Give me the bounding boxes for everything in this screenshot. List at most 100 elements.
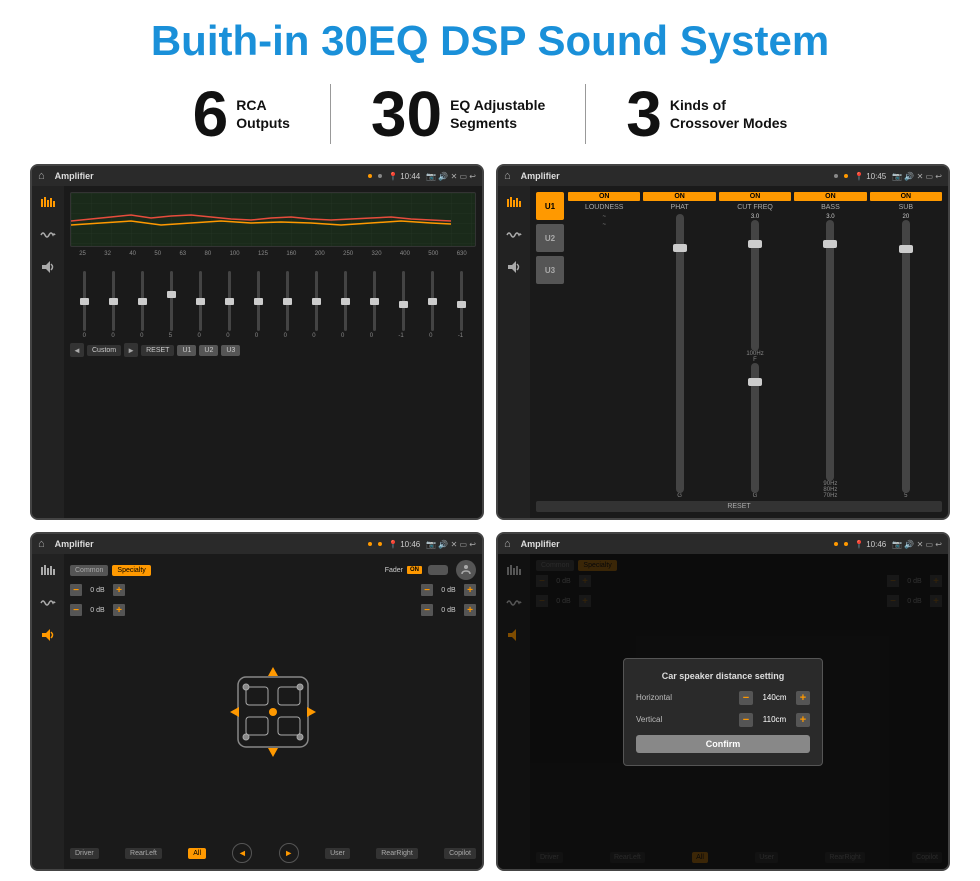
loudness-label: LOUDNESS: [585, 204, 624, 211]
eq-sidebar-eq-icon[interactable]: [37, 192, 59, 214]
eq-slider-125[interactable]: [286, 271, 289, 331]
eq-slider-320[interactable]: [402, 271, 405, 331]
crossover-ch-cutfreq: ON CUT FREQ 3.0 100Hz F: [719, 192, 791, 499]
crossover-sidebar-speaker-icon[interactable]: [503, 256, 525, 278]
eq-app-name: Amplifier: [55, 171, 362, 181]
loudness-on-badge[interactable]: ON: [568, 192, 640, 201]
bass-slider[interactable]: [826, 220, 834, 481]
fader-rearleft-btn[interactable]: RearLeft: [125, 848, 162, 859]
fader-minus-4[interactable]: −: [421, 604, 433, 616]
fader-driver-btn[interactable]: Driver: [70, 848, 99, 859]
fader-left-arrow[interactable]: ◄: [232, 843, 252, 863]
eq-sidebar-speaker-icon[interactable]: [37, 256, 59, 278]
eq-u3-btn[interactable]: U3: [221, 345, 240, 356]
fader-on-badge[interactable]: ON: [407, 566, 422, 574]
fader-plus-3[interactable]: +: [464, 584, 476, 596]
fader-user-btn[interactable]: User: [325, 848, 350, 859]
eq-prev-arrow[interactable]: ◄: [70, 343, 84, 357]
fader-minus-1[interactable]: −: [70, 584, 82, 596]
eq-slider-40[interactable]: [141, 271, 144, 331]
cutfreq-slider-g[interactable]: [751, 363, 759, 493]
cutfreq-label: CUT FREQ: [737, 204, 773, 211]
dialog-dot-1: [834, 542, 838, 546]
sub-on-badge[interactable]: ON: [870, 192, 942, 201]
fader-all-btn[interactable]: All: [188, 848, 206, 859]
eq-slider-50[interactable]: [170, 271, 173, 331]
u-buttons-col: U1 U2 U3: [536, 192, 564, 499]
fader-plus-2[interactable]: +: [113, 604, 125, 616]
fader-sidebar-wave-icon[interactable]: [37, 592, 59, 614]
cutfreq-on-badge[interactable]: ON: [719, 192, 791, 201]
crossover-u2-btn[interactable]: U2: [536, 224, 564, 252]
dialog-vertical-minus[interactable]: −: [739, 713, 753, 727]
crossover-sidebar-wave-icon[interactable]: [503, 224, 525, 246]
eq-slider-32[interactable]: [112, 271, 115, 331]
fader-sidebar-eq-icon[interactable]: [37, 560, 59, 582]
fader-plus-1[interactable]: +: [113, 584, 125, 596]
eq-slider-200[interactable]: [344, 271, 347, 331]
fader-plus-4[interactable]: +: [464, 604, 476, 616]
crossover-screen-content: U1 U2 U3 ON LOUDNESS ~ ~: [498, 186, 948, 518]
eq-slider-63[interactable]: [199, 271, 202, 331]
crossover-reset-btn[interactable]: RESET: [536, 501, 942, 512]
fader-rearright-btn[interactable]: RearRight: [376, 848, 418, 859]
fader-minus-2[interactable]: −: [70, 604, 82, 616]
fader-common-btn[interactable]: Common: [70, 565, 108, 576]
dialog-vertical-row: Vertical − 110cm +: [636, 713, 810, 727]
crossover-ch-phat: ON PHAT G: [643, 192, 715, 499]
eq-next-arrow[interactable]: ►: [124, 343, 138, 357]
crossover-dot-2: [844, 174, 848, 178]
eq-time: 📍 10:44: [388, 172, 420, 181]
fader-minus-3[interactable]: −: [421, 584, 433, 596]
dialog-horizontal-value: 140cm: [757, 693, 792, 702]
eq-slider-100[interactable]: [257, 271, 260, 331]
fader-sidebar-speaker-icon[interactable]: [37, 624, 59, 646]
fader-person-icon[interactable]: [456, 560, 476, 580]
eq-u1-btn[interactable]: U1: [177, 345, 196, 356]
eq-icons: 📷 🔊 ✕ ▭ ↩: [426, 172, 476, 181]
dialog-screen-content: Common Specialty − 0 dB + −: [498, 554, 948, 869]
eq-sliders: [70, 261, 476, 331]
eq-bottom-controls: ◄ Custom ► RESET U1 U2 U3: [70, 343, 476, 357]
eq-freq-labels: 253240506380100125160200250320400500630: [70, 251, 476, 257]
eq-slider-400[interactable]: [431, 271, 434, 331]
crossover-u3-btn[interactable]: U3: [536, 256, 564, 284]
fader-home-icon: ⌂: [38, 538, 45, 550]
phat-on-badge[interactable]: ON: [643, 192, 715, 201]
fader-right-arrow[interactable]: ►: [279, 843, 299, 863]
eq-reset-btn[interactable]: RESET: [141, 345, 174, 356]
fader-specialty-btn[interactable]: Specialty: [112, 565, 150, 576]
eq-custom-btn[interactable]: Custom: [87, 345, 121, 356]
fader-copilot-btn[interactable]: Copilot: [444, 848, 476, 859]
dialog-vertical-value: 110cm: [757, 715, 792, 724]
crossover-time: 📍 10:45: [854, 172, 886, 181]
fader-slider[interactable]: [428, 565, 448, 575]
fader-main-panel: Common Specialty Fader ON: [64, 554, 482, 869]
dialog-horizontal-control: − 140cm +: [739, 691, 810, 705]
dialog-time: 📍 10:46: [854, 540, 886, 549]
eq-slider-25[interactable]: [83, 271, 86, 331]
dialog-overlay: Car speaker distance setting Horizontal …: [498, 554, 948, 869]
eq-u2-btn[interactable]: U2: [199, 345, 218, 356]
crossover-u1-btn[interactable]: U1: [536, 192, 564, 220]
dialog-app-name: Amplifier: [521, 539, 828, 549]
eq-value-labels: 00050000000-10-1: [70, 333, 476, 339]
eq-sidebar-wave-icon[interactable]: [37, 224, 59, 246]
eq-slider-250[interactable]: [373, 271, 376, 331]
bass-on-badge[interactable]: ON: [794, 192, 866, 201]
sub-slider[interactable]: [902, 220, 910, 493]
home-icon: ⌂: [38, 170, 45, 182]
eq-slider-500[interactable]: [460, 271, 463, 331]
dialog-horizontal-minus[interactable]: −: [739, 691, 753, 705]
fader-dot-1: [368, 542, 372, 546]
confirm-button[interactable]: Confirm: [636, 735, 810, 753]
eq-slider-160[interactable]: [315, 271, 318, 331]
cutfreq-slider-f[interactable]: [751, 220, 759, 350]
phat-slider[interactable]: [676, 214, 684, 493]
eq-slider-80[interactable]: [228, 271, 231, 331]
crossover-sidebar-eq-icon[interactable]: [503, 192, 525, 214]
dialog-horizontal-plus[interactable]: +: [796, 691, 810, 705]
dialog-vertical-plus[interactable]: +: [796, 713, 810, 727]
stat-rca-number: 6: [193, 82, 229, 146]
screen-fader: ⌂ Amplifier 📍 10:46 📷 🔊 ✕ ▭ ↩: [30, 532, 484, 871]
